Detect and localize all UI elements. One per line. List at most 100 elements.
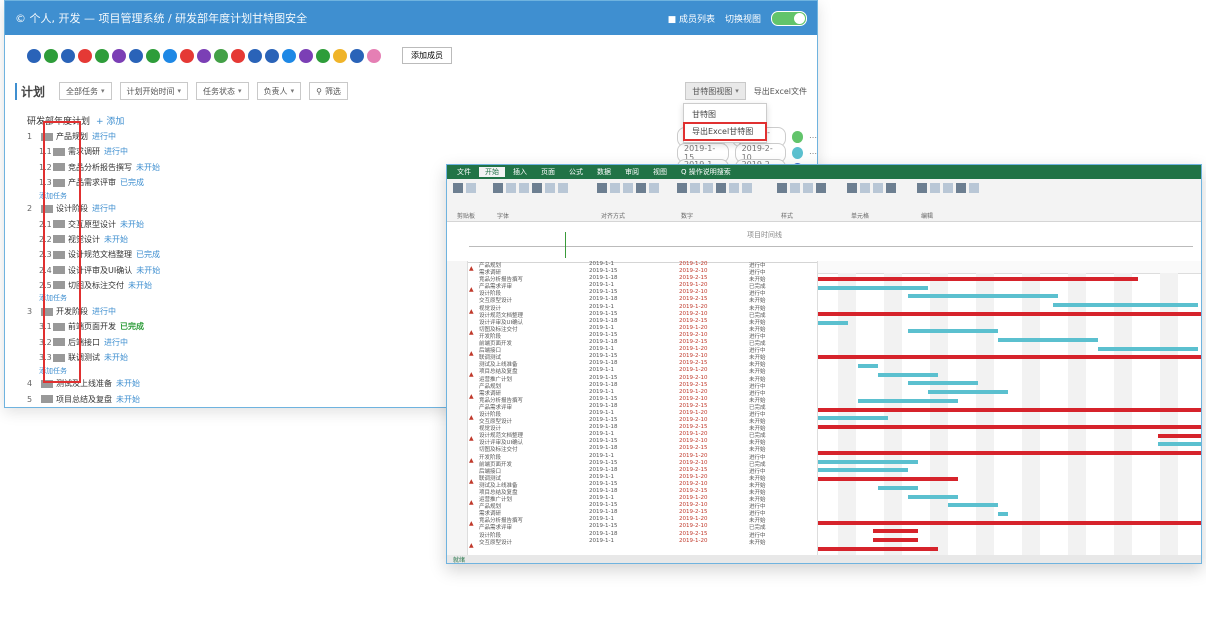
- ribbon-tool-icon[interactable]: [677, 183, 687, 193]
- filter-status[interactable]: 任务状态 ▾: [196, 82, 249, 100]
- summary-bar[interactable]: [818, 407, 1201, 412]
- sheet-row[interactable]: 设计评审及UI确认 2019-1-18 2019-2-15 未开始: [479, 318, 815, 325]
- task-bar[interactable]: [818, 285, 928, 290]
- avatar[interactable]: [350, 48, 364, 63]
- sheet-row[interactable]: 产品规划 2019-1-15 2019-2-10 进行中: [479, 502, 815, 509]
- ribbon-tool-icon[interactable]: [610, 183, 620, 193]
- sheet-row[interactable]: 产品需求评审 2019-1-1 2019-1-20 已完成: [479, 282, 815, 289]
- ribbon-tool-icon[interactable]: [969, 183, 979, 193]
- task-bar[interactable]: [908, 381, 978, 386]
- avatar[interactable]: [231, 48, 245, 63]
- ribbon-tool-icon[interactable]: [597, 183, 607, 193]
- view-toggle[interactable]: [771, 10, 807, 26]
- summary-bar[interactable]: [873, 538, 918, 542]
- task-bar[interactable]: [948, 503, 998, 508]
- avatar[interactable]: [163, 48, 177, 63]
- ribbon-tool-icon[interactable]: [519, 183, 529, 193]
- export-excel-link[interactable]: 导出Excel文件: [754, 86, 807, 97]
- sheet-row[interactable]: 产品需求评审 2019-1-18 2019-2-15 已完成: [479, 403, 815, 410]
- ribbon-tool-icon[interactable]: [777, 183, 787, 193]
- ribbon-tab[interactable]: 插入: [507, 167, 533, 177]
- summary-bar[interactable]: [818, 546, 938, 551]
- task-bar[interactable]: [998, 337, 1098, 342]
- ribbon-tool-icon[interactable]: [917, 183, 927, 193]
- sheet-row[interactable]: 后端接口 2019-1-1 2019-1-20 进行中: [479, 346, 815, 353]
- avatar[interactable]: [248, 48, 262, 63]
- task-bar[interactable]: [878, 372, 938, 377]
- sheet-row[interactable]: 后端接口 2019-1-18 2019-2-15 进行中: [479, 467, 815, 474]
- avatar[interactable]: [214, 48, 228, 63]
- sheet-row[interactable]: 项目总结及复盘 2019-1-1 2019-1-20 未开始: [479, 367, 815, 374]
- ribbon-tool-icon[interactable]: [860, 183, 870, 193]
- sheet-row[interactable]: 联调测试 2019-1-1 2019-1-20 未开始: [479, 474, 815, 481]
- more-icon[interactable]: ⋯: [809, 133, 817, 142]
- filter-button[interactable]: ⚲ 筛选: [309, 82, 348, 100]
- sheet-row[interactable]: 联调测试 2019-1-15 2019-2-10 未开始: [479, 353, 815, 360]
- avatar[interactable]: [333, 48, 347, 63]
- summary-bar[interactable]: [818, 355, 1201, 360]
- task-bar[interactable]: [1053, 303, 1198, 308]
- task-bar[interactable]: [998, 511, 1008, 516]
- avatar[interactable]: [44, 48, 58, 63]
- avatar[interactable]: [197, 48, 211, 63]
- avatar[interactable]: [61, 48, 75, 63]
- ribbon-tool-icon[interactable]: [506, 183, 516, 193]
- sheet-row[interactable]: 设计评审及UI确认 2019-1-15 2019-2-10 未开始: [479, 438, 815, 445]
- sheet-row[interactable]: 视觉设计 2019-1-18 2019-2-15 未开始: [479, 424, 815, 431]
- summary-bar[interactable]: [873, 529, 918, 534]
- sheet-row[interactable]: 产品规划 2019-1-18 2019-2-15 进行中: [479, 382, 815, 389]
- ribbon-tab[interactable]: 视图: [647, 167, 673, 177]
- tree-root[interactable]: 研发部年度计划 + 添加: [27, 111, 587, 129]
- avatar[interactable]: [146, 48, 160, 63]
- ribbon-tab[interactable]: 页面: [535, 167, 561, 177]
- summary-bar[interactable]: [818, 277, 1138, 281]
- summary-bar[interactable]: [1158, 433, 1201, 438]
- ribbon-tool-icon[interactable]: [558, 183, 568, 193]
- ribbon-tool-icon[interactable]: [703, 183, 713, 193]
- ribbon-tool-icon[interactable]: [873, 183, 883, 193]
- summary-bar[interactable]: [818, 451, 1201, 455]
- ribbon-tool-icon[interactable]: [803, 183, 813, 193]
- sheet-row[interactable]: 设计规范文档整理 2019-1-1 2019-1-20 已完成: [479, 431, 815, 438]
- filter-all-tasks[interactable]: 全部任务 ▾: [59, 82, 112, 100]
- sheet-row[interactable]: 切图及标注交付 2019-1-18 2019-2-15 未开始: [479, 445, 815, 452]
- sheet-row[interactable]: 竞品分析报告撰写 2019-1-18 2019-2-15 未开始: [479, 275, 815, 282]
- ribbon-tab[interactable]: 开始: [479, 167, 505, 177]
- sheet-row[interactable]: 产品需求评审 2019-1-15 2019-2-10 已完成: [479, 523, 815, 530]
- avatar[interactable]: [367, 48, 381, 63]
- ribbon-tab[interactable]: 文件: [451, 167, 477, 177]
- summary-bar[interactable]: [818, 520, 1201, 525]
- task-bar[interactable]: [818, 468, 908, 473]
- sheet-row[interactable]: 设计阶段 2019-1-18 2019-2-15 进行中: [479, 531, 815, 538]
- avatar[interactable]: [299, 48, 313, 63]
- sheet-row[interactable]: 产品规划 2019-1-1 2019-1-20 进行中: [479, 261, 815, 268]
- sheet-row[interactable]: 视觉设计 2019-1-1 2019-1-20 未开始: [479, 304, 815, 311]
- avatar[interactable]: [95, 48, 109, 63]
- ribbon-tab[interactable]: 审阅: [619, 167, 645, 177]
- assignee-avatar[interactable]: [792, 147, 804, 159]
- sheet-row[interactable]: 竞品分析报告撰写 2019-1-1 2019-1-20 未开始: [479, 516, 815, 523]
- sheet-row[interactable]: 设计阶段 2019-1-15 2019-2-10 进行中: [479, 289, 815, 296]
- task-bar[interactable]: [818, 320, 848, 325]
- task-bar[interactable]: [878, 485, 918, 490]
- sheet-row[interactable]: 前端页面开发 2019-1-15 2019-2-10 已完成: [479, 460, 815, 467]
- ribbon-tool-icon[interactable]: [790, 183, 800, 193]
- avatar[interactable]: [265, 48, 279, 63]
- filter-start-time[interactable]: 计划开始时间 ▾: [119, 82, 189, 100]
- ribbon-tool-icon[interactable]: [545, 183, 555, 193]
- sheet-row[interactable]: 测试及上线准备 2019-1-15 2019-2-10 未开始: [479, 481, 815, 488]
- task-row[interactable]: 1.1 需求调研 进行中: [27, 144, 587, 159]
- sheet-row[interactable]: 运营推广计划 2019-1-15 2019-2-10 未开始: [479, 375, 815, 382]
- add-task-link[interactable]: + 添加: [96, 114, 124, 127]
- ribbon-tab[interactable]: 公式: [563, 167, 589, 177]
- menu-item-export-excel-gantt[interactable]: 导出Excel甘特图: [683, 122, 767, 141]
- ribbon-tool-icon[interactable]: [636, 183, 646, 193]
- task-bar[interactable]: [908, 294, 1058, 299]
- sheet-row[interactable]: 交互原型设计 2019-1-1 2019-1-20 未开始: [479, 538, 815, 545]
- avatar[interactable]: [180, 48, 194, 63]
- task-bar[interactable]: [908, 329, 998, 334]
- sheet-row[interactable]: 设计规范文档整理 2019-1-15 2019-2-10 已完成: [479, 311, 815, 318]
- avatar[interactable]: [316, 48, 330, 63]
- sheet-row[interactable]: 设计阶段 2019-1-1 2019-1-20 进行中: [479, 410, 815, 417]
- task-bar[interactable]: [1098, 346, 1198, 351]
